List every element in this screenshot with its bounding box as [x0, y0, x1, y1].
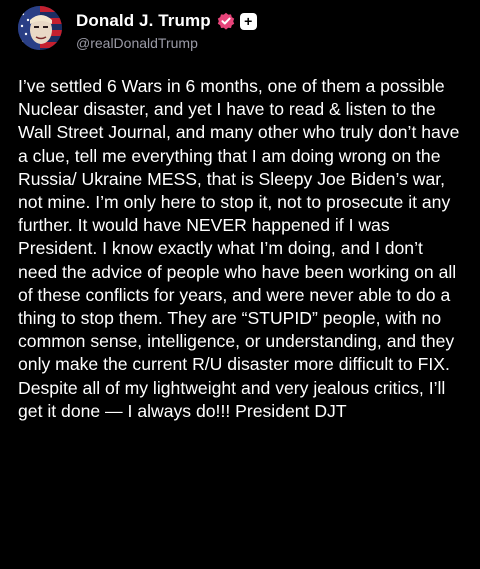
name-row: Donald J. Trump +	[76, 9, 257, 33]
post-body-text: I’ve settled 6 Wars in 6 months, one of …	[18, 76, 460, 421]
author-identity: Donald J. Trump + @realDonaldTrump	[76, 9, 257, 51]
avatar[interactable]	[18, 6, 62, 50]
post-card: Donald J. Trump + @realDonaldTrump I’ve …	[0, 0, 480, 569]
avatar-image	[18, 6, 62, 50]
plus-icon: +	[239, 12, 257, 30]
display-name[interactable]: Donald J. Trump	[76, 11, 211, 31]
post-header: Donald J. Trump + @realDonaldTrump	[18, 6, 257, 51]
verified-check-icon	[217, 12, 235, 30]
author-handle[interactable]: @realDonaldTrump	[76, 35, 257, 51]
